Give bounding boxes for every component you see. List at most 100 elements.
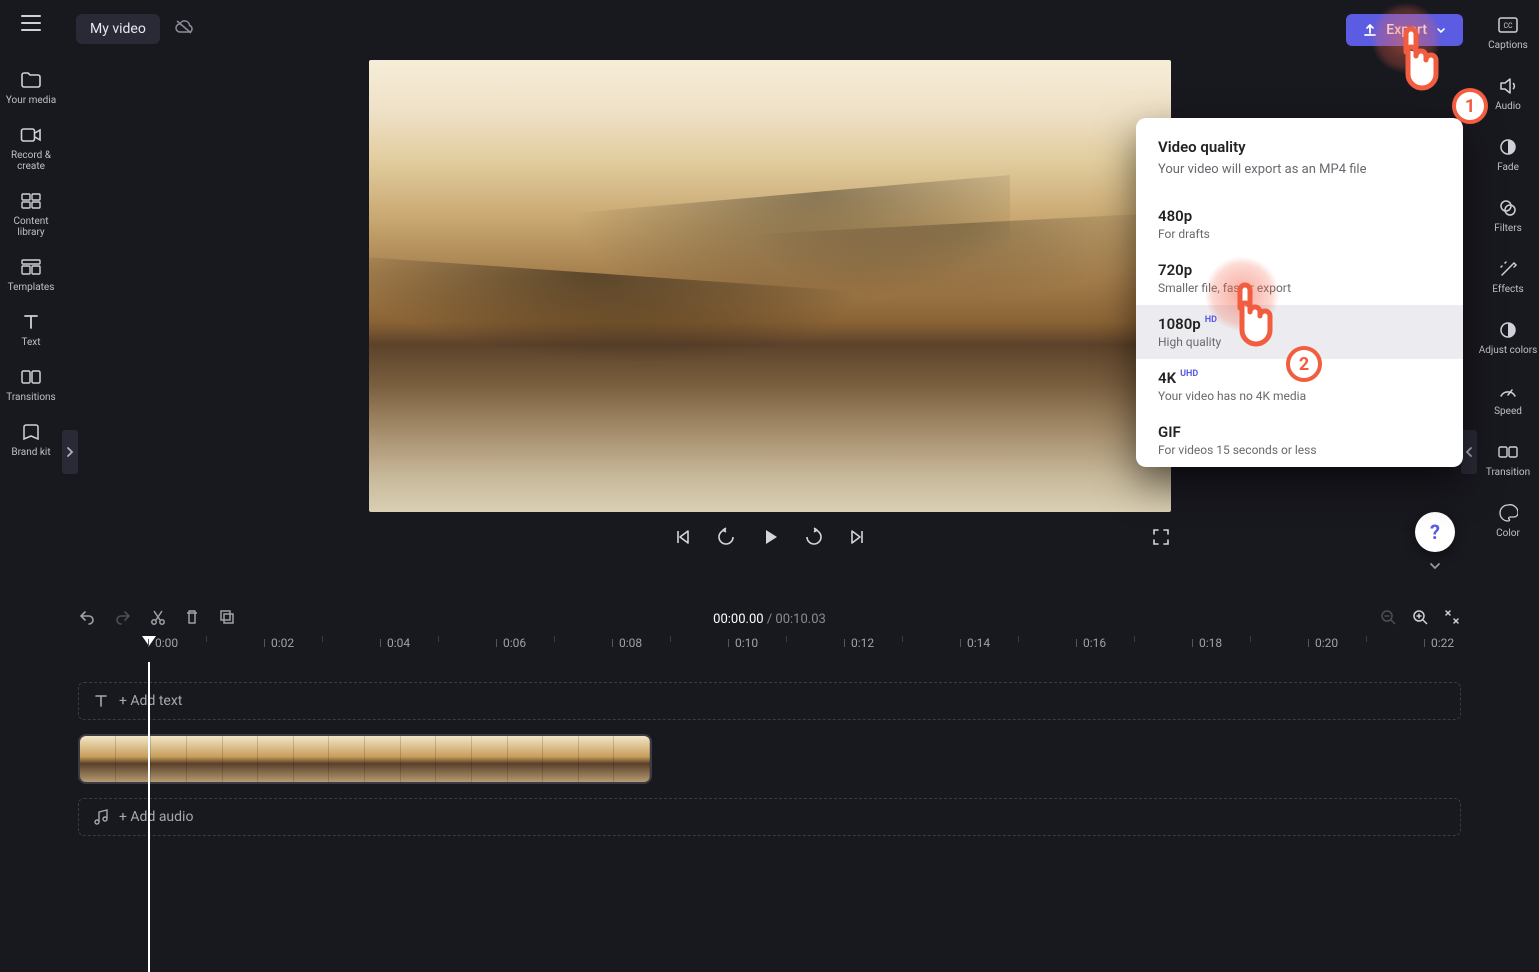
quality-option-720p[interactable]: 720p Smaller file, faster export xyxy=(1136,251,1463,305)
redo-button[interactable] xyxy=(114,609,132,629)
export-label: Export xyxy=(1386,22,1427,38)
library-icon xyxy=(20,190,42,212)
duplicate-button[interactable] xyxy=(218,608,236,630)
nav-record-create[interactable]: Record & create xyxy=(0,124,62,172)
nav-label: Adjust colors xyxy=(1479,345,1538,356)
zoom-fit-button[interactable] xyxy=(1443,608,1461,630)
project-title-tab[interactable]: My video xyxy=(76,14,160,44)
quality-option-480p[interactable]: 480p For drafts xyxy=(1136,197,1463,251)
nav-text[interactable]: Text xyxy=(20,311,42,348)
folder-icon xyxy=(20,69,42,91)
help-button[interactable]: ? xyxy=(1415,512,1455,552)
ruler-tick: 0:04 xyxy=(380,636,410,650)
nav-label: Speed xyxy=(1494,406,1522,417)
panel-audio[interactable]: Audio xyxy=(1495,75,1521,112)
add-audio-track-button[interactable]: + Add audio xyxy=(78,798,1461,836)
zoom-in-button[interactable] xyxy=(1411,608,1429,630)
camera-icon xyxy=(20,124,42,146)
nav-content-library[interactable]: Content library xyxy=(0,190,62,238)
templates-icon xyxy=(20,256,42,278)
zoom-out-button[interactable] xyxy=(1379,608,1397,630)
nav-transitions[interactable]: Transitions xyxy=(6,366,55,403)
left-sidebar: Your media Record & create Content libra… xyxy=(0,0,62,866)
nav-label: Audio xyxy=(1495,101,1521,112)
text-icon xyxy=(20,311,42,333)
panel-captions[interactable]: CC Captions xyxy=(1488,14,1528,51)
expand-right-panel-button[interactable] xyxy=(1461,430,1477,474)
quality-option-gif[interactable]: GIF For videos 15 seconds or less xyxy=(1136,413,1463,467)
ruler-tick: 0:10 xyxy=(728,636,758,650)
nav-label: Content library xyxy=(0,216,62,238)
forward-button[interactable] xyxy=(803,526,825,552)
nav-templates[interactable]: Templates xyxy=(8,256,55,293)
nav-label: Brand kit xyxy=(11,447,50,458)
skip-start-button[interactable] xyxy=(673,527,693,551)
svg-text:CC: CC xyxy=(1503,22,1513,30)
magic-wand-icon xyxy=(1497,258,1519,280)
video-preview[interactable] xyxy=(369,60,1171,512)
text-icon xyxy=(93,693,109,709)
export-button[interactable]: Export xyxy=(1346,14,1463,46)
panel-transition[interactable]: Transition xyxy=(1486,441,1530,478)
playhead-line[interactable] xyxy=(148,662,150,972)
ruler-tick: 0:20 xyxy=(1308,636,1338,650)
rewind-button[interactable] xyxy=(715,526,737,552)
expand-left-panel-button[interactable] xyxy=(62,430,78,474)
ruler-tick: 0:08 xyxy=(612,636,642,650)
speaker-icon xyxy=(1497,75,1519,97)
hamburger-menu-button[interactable] xyxy=(20,14,42,35)
panel-adjust-colors[interactable]: Adjust colors xyxy=(1479,319,1538,356)
nav-label: Text xyxy=(21,337,40,348)
nav-label: Fade xyxy=(1497,162,1519,173)
ruler-tick: 0:06 xyxy=(496,636,526,650)
fullscreen-button[interactable] xyxy=(1151,527,1171,551)
quality-option-4k[interactable]: 4KUHD Your video has no 4K media xyxy=(1136,359,1463,413)
text-track: + Add text xyxy=(78,682,1461,720)
help-chevron-down[interactable] xyxy=(1415,556,1455,575)
fade-icon xyxy=(1497,136,1519,158)
skip-end-button[interactable] xyxy=(847,527,867,551)
add-text-track-button[interactable]: + Add text xyxy=(78,682,1461,720)
delete-button[interactable] xyxy=(184,608,200,630)
play-button[interactable] xyxy=(759,526,781,552)
nav-label: Record & create xyxy=(0,150,62,172)
nav-label: Captions xyxy=(1488,40,1528,51)
nav-label: Effects xyxy=(1492,284,1523,295)
panel-fade[interactable]: Fade xyxy=(1497,136,1519,173)
timeline-toolbar: 00:00.00 / 00:10.03 xyxy=(62,602,1477,636)
undo-button[interactable] xyxy=(78,609,96,629)
ruler-tick: 0:12 xyxy=(844,636,874,650)
quality-option-1080p[interactable]: 1080pHD High quality xyxy=(1136,305,1463,359)
video-track xyxy=(78,734,1461,784)
transitions-icon xyxy=(20,366,42,388)
video-clip[interactable] xyxy=(78,734,652,784)
nav-label: Templates xyxy=(8,282,55,293)
right-sidebar: CC Captions Audio Fade Filters Effects A… xyxy=(1477,0,1539,866)
nav-label: Your media xyxy=(6,95,56,106)
split-button[interactable] xyxy=(150,608,166,630)
ruler-tick: 0:00 xyxy=(148,636,178,650)
chevron-down-icon xyxy=(1435,24,1447,36)
nav-label: Transition xyxy=(1486,467,1530,478)
nav-label: Color xyxy=(1496,528,1520,539)
timeline-ruler[interactable]: 0:000:020:040:060:080:100:120:140:160:18… xyxy=(62,636,1477,662)
ruler-tick: 0:16 xyxy=(1076,636,1106,650)
upload-icon xyxy=(1362,22,1378,38)
panel-speed[interactable]: Speed xyxy=(1494,380,1522,417)
palette-icon xyxy=(1497,502,1519,524)
timecode: 00:00.00 / 00:10.03 xyxy=(713,612,826,627)
panel-filters[interactable]: Filters xyxy=(1494,197,1522,234)
tracks-area: + Add text + Add audio xyxy=(62,662,1477,866)
brand-kit-icon xyxy=(20,421,42,443)
export-quality-popover: Video quality Your video will export as … xyxy=(1136,118,1463,467)
nav-brand-kit[interactable]: Brand kit xyxy=(11,421,50,458)
popover-subtitle: Your video will export as an MP4 file xyxy=(1158,162,1441,177)
speedometer-icon xyxy=(1497,380,1519,402)
nav-your-media[interactable]: Your media xyxy=(6,69,56,106)
panel-color[interactable]: Color xyxy=(1496,502,1520,539)
panel-effects[interactable]: Effects xyxy=(1492,258,1523,295)
audio-track: + Add audio xyxy=(78,798,1461,836)
filters-icon xyxy=(1497,197,1519,219)
cloud-off-icon[interactable] xyxy=(174,19,194,39)
ruler-tick: 0:18 xyxy=(1192,636,1222,650)
